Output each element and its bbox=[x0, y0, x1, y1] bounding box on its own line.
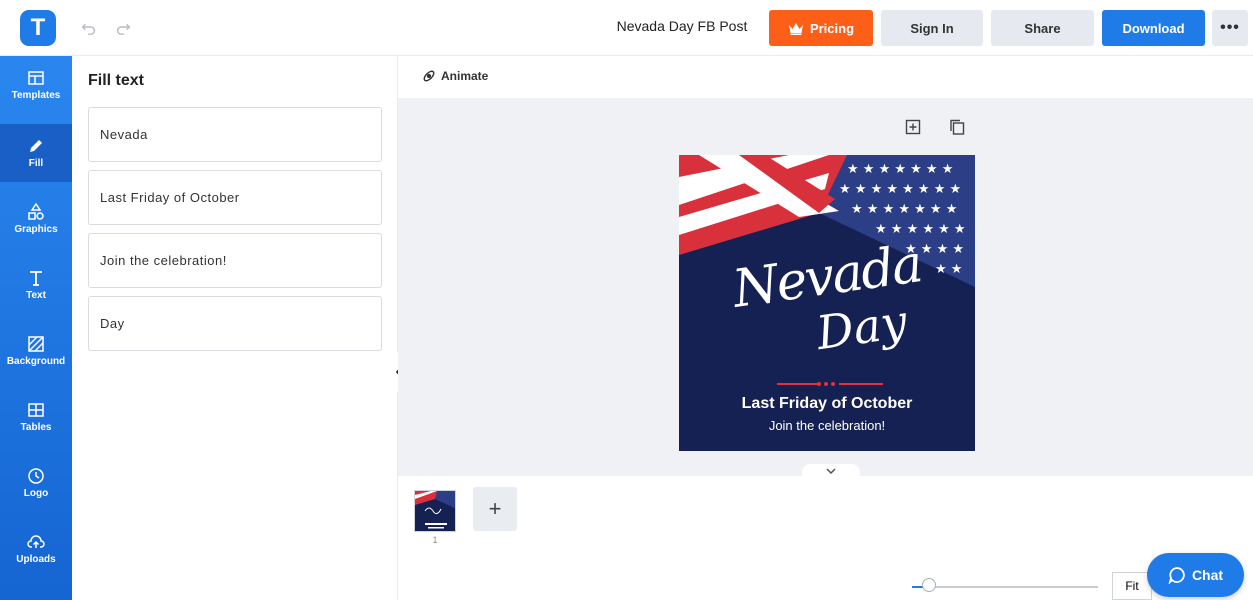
editor-toolbar: Animate bbox=[398, 56, 1253, 98]
page-number: 1 bbox=[432, 535, 438, 545]
design-divider-dot bbox=[824, 382, 828, 386]
panel-title: Fill text bbox=[88, 72, 145, 89]
sidebar-item-fill[interactable]: Fill bbox=[0, 124, 72, 182]
fill-field-nevada[interactable] bbox=[88, 107, 382, 162]
sidebar-item-label: Fill bbox=[28, 158, 44, 169]
svg-text:★ ★ ★ ★ ★ ★ ★: ★ ★ ★ ★ ★ ★ ★ bbox=[851, 202, 957, 217]
duplicate-page-icon[interactable] bbox=[948, 118, 966, 136]
sidebar-item-logo[interactable]: Logo bbox=[0, 454, 72, 512]
page-thumbnail-preview bbox=[415, 491, 455, 531]
sidebar-item-label: Templates bbox=[11, 90, 61, 101]
redo-icon[interactable] bbox=[112, 16, 134, 38]
canvas-stage: ★ ★ ★ ★ ★ ★ ★ ★ ★ ★ ★ ★ ★ ★ ★ ★ ★ ★ ★ ★ … bbox=[398, 98, 1253, 478]
more-options-button[interactable]: ••• bbox=[1212, 10, 1248, 46]
sign-in-button[interactable]: Sign In bbox=[881, 10, 983, 46]
design-divider-dot bbox=[831, 382, 835, 386]
sidebar-item-label: Graphics bbox=[14, 224, 58, 235]
fill-text-panel: Fill text bbox=[72, 56, 398, 600]
sidebar-item-label: Uploads bbox=[16, 554, 56, 565]
sidebar-item-uploads[interactable]: Uploads bbox=[0, 520, 72, 578]
left-sidebar: Templates Fill Graphics Text Background … bbox=[0, 56, 72, 600]
chat-label: Chat bbox=[1191, 567, 1224, 583]
svg-text:★ ★ ★ ★ ★ ★ ★: ★ ★ ★ ★ ★ ★ ★ bbox=[847, 162, 953, 177]
sidebar-item-label: Tables bbox=[20, 422, 52, 433]
page-thumbnail[interactable] bbox=[414, 490, 456, 532]
sidebar-item-text[interactable]: Text bbox=[0, 256, 72, 314]
text-icon bbox=[30, 271, 42, 286]
background-icon bbox=[28, 336, 44, 352]
add-page-button[interactable]: + bbox=[473, 487, 517, 531]
design-headline[interactable]: Last Friday of October bbox=[679, 395, 975, 413]
zoom-slider-handle[interactable] bbox=[921, 578, 936, 592]
zoom-slider[interactable] bbox=[912, 586, 1098, 588]
fit-button[interactable]: Fit bbox=[1112, 572, 1152, 600]
sidebar-item-label: Logo bbox=[23, 488, 49, 499]
undo-icon[interactable] bbox=[78, 16, 100, 38]
fill-field-last-friday[interactable] bbox=[88, 170, 382, 225]
svg-text:★ ★ ★ ★ ★ ★ ★ ★: ★ ★ ★ ★ ★ ★ ★ ★ bbox=[839, 182, 961, 197]
design-tagline[interactable]: Join the celebration! bbox=[679, 418, 975, 433]
animate-button[interactable]: Animate bbox=[422, 69, 488, 83]
chat-button[interactable]: Chat bbox=[1147, 553, 1244, 597]
download-button[interactable]: Download bbox=[1102, 10, 1205, 46]
sidebar-item-graphics[interactable]: Graphics bbox=[0, 190, 72, 248]
pricing-button[interactable]: Pricing bbox=[769, 10, 873, 46]
sidebar-item-templates[interactable]: Templates bbox=[0, 56, 72, 114]
fill-field-join[interactable] bbox=[88, 233, 382, 288]
sidebar-item-label: Background bbox=[6, 356, 66, 367]
crown-icon bbox=[788, 22, 803, 35]
pencil-icon bbox=[30, 140, 42, 152]
design-artboard[interactable]: ★ ★ ★ ★ ★ ★ ★ ★ ★ ★ ★ ★ ★ ★ ★ ★ ★ ★ ★ ★ … bbox=[679, 155, 975, 451]
document-title[interactable]: Nevada Day FB Post bbox=[612, 18, 752, 34]
design-divider-dot bbox=[817, 382, 821, 386]
fill-field-day[interactable] bbox=[88, 296, 382, 351]
shapes-icon bbox=[28, 203, 44, 220]
editor-area: Animate ★ ★ ★ ★ ★ ★ ★ ★ ★ ★ ★ ★ ★ ★ ★ ★ … bbox=[398, 56, 1253, 600]
templates-icon bbox=[28, 71, 44, 85]
sidebar-item-label: Text bbox=[26, 290, 46, 301]
design-divider-left bbox=[777, 383, 821, 385]
sidebar-item-tables[interactable]: Tables bbox=[0, 388, 72, 446]
share-button[interactable]: Share bbox=[991, 10, 1094, 46]
design-divider-right bbox=[839, 383, 883, 385]
chevron-down-icon bbox=[826, 468, 836, 474]
table-icon bbox=[28, 403, 44, 417]
chat-bubble-icon bbox=[1168, 567, 1185, 584]
top-bar: T Nevada Day FB Post Pricing Sign In Sha… bbox=[0, 0, 1253, 56]
app-logo[interactable]: T bbox=[20, 10, 56, 46]
logo-icon bbox=[28, 468, 44, 484]
animate-label: Animate bbox=[441, 69, 489, 83]
upload-cloud-icon bbox=[27, 535, 45, 548]
add-page-icon[interactable] bbox=[904, 118, 922, 136]
sidebar-item-background[interactable]: Background bbox=[0, 322, 72, 380]
animate-icon bbox=[423, 70, 435, 82]
pricing-label: Pricing bbox=[809, 20, 855, 36]
